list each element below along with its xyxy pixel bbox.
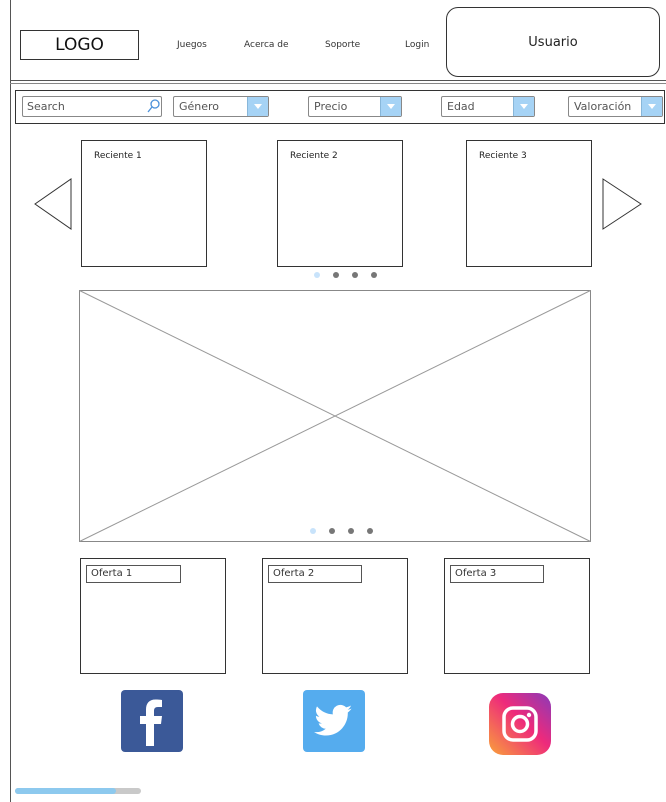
carousel-next-icon[interactable] bbox=[601, 178, 643, 230]
instagram-icon[interactable] bbox=[489, 693, 551, 755]
recent-card-title: Reciente 1 bbox=[94, 151, 142, 161]
chevron-down-icon[interactable] bbox=[641, 97, 662, 116]
nav-link-acerca-de[interactable]: Acerca de bbox=[244, 40, 289, 50]
carousel-dot-3[interactable] bbox=[352, 272, 358, 278]
nav-link-juegos[interactable]: Juegos bbox=[177, 40, 207, 50]
nav-link-login[interactable]: Login bbox=[405, 40, 429, 50]
facebook-icon[interactable] bbox=[121, 690, 183, 752]
age-select[interactable]: Edad bbox=[441, 96, 535, 117]
offer-title-2: Oferta 2 bbox=[268, 565, 362, 583]
recent-card-title: Reciente 2 bbox=[290, 151, 338, 161]
genre-select-label: Género bbox=[179, 100, 220, 113]
carousel-dot-2[interactable] bbox=[333, 272, 339, 278]
chevron-down-icon[interactable] bbox=[380, 97, 401, 116]
twitter-icon[interactable] bbox=[303, 690, 365, 752]
banner-dot-2[interactable] bbox=[329, 528, 335, 534]
carousel-dot-4[interactable] bbox=[371, 272, 377, 278]
recent-card-1[interactable]: Reciente 1 bbox=[81, 140, 207, 267]
rating-select-label: Valoración bbox=[574, 100, 632, 113]
offer-title-1: Oferta 1 bbox=[86, 565, 181, 583]
recent-card-title: Reciente 3 bbox=[479, 151, 527, 161]
page-border bbox=[10, 0, 11, 802]
price-select-label: Precio bbox=[314, 100, 348, 113]
chevron-down-icon[interactable] bbox=[247, 97, 268, 116]
logo[interactable]: LOGO bbox=[20, 30, 139, 60]
search-icon[interactable] bbox=[146, 98, 162, 114]
age-select-label: Edad bbox=[447, 100, 475, 113]
offer-title-3: Oferta 3 bbox=[450, 565, 544, 583]
banner-dot-4[interactable] bbox=[367, 528, 373, 534]
genre-select[interactable]: Género bbox=[173, 96, 269, 117]
carousel-dot-1[interactable] bbox=[314, 272, 320, 278]
rating-select[interactable]: Valoración bbox=[568, 96, 663, 117]
carousel-prev-icon[interactable] bbox=[33, 178, 73, 230]
user-panel[interactable]: Usuario bbox=[446, 7, 660, 77]
scrollbar-thumb[interactable] bbox=[15, 788, 116, 794]
nav-link-soporte[interactable]: Soporte bbox=[325, 40, 360, 50]
search-input[interactable]: Search bbox=[22, 96, 162, 117]
banner-dot-1[interactable] bbox=[310, 528, 316, 534]
banner-image-placeholder[interactable] bbox=[79, 290, 591, 542]
header-divider bbox=[10, 80, 666, 81]
banner-dot-3[interactable] bbox=[348, 528, 354, 534]
header-divider-secondary bbox=[10, 83, 666, 84]
recent-card-3[interactable]: Reciente 3 bbox=[466, 140, 592, 267]
chevron-down-icon[interactable] bbox=[513, 97, 534, 116]
price-select[interactable]: Precio bbox=[308, 96, 402, 117]
recent-card-2[interactable]: Reciente 2 bbox=[277, 140, 403, 267]
